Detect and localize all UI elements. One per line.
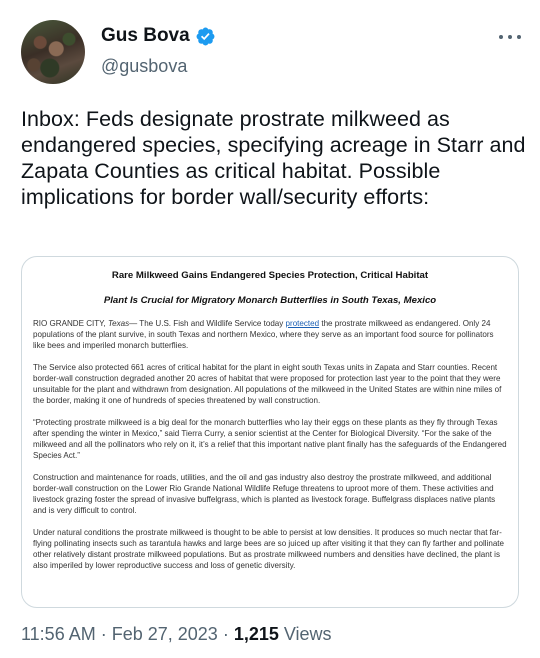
- views-count[interactable]: 1,215: [234, 624, 279, 644]
- tweet-time[interactable]: 11:56 AM: [21, 624, 96, 644]
- more-dot: [508, 35, 512, 39]
- more-dot: [499, 35, 503, 39]
- attached-image-card[interactable]: Rare Milkweed Gains Endangered Species P…: [21, 256, 519, 608]
- press-release-paragraph: The Service also protected 661 acres of …: [33, 363, 502, 405]
- display-name[interactable]: Gus Bova: [101, 25, 190, 47]
- tweet-metadata: 11:56 AM · Feb 27, 2023 · 1,215 Views: [21, 624, 332, 645]
- views-label: Views: [278, 624, 332, 644]
- handle[interactable]: @gusbova: [101, 56, 187, 77]
- author-name-row[interactable]: Gus Bova: [101, 25, 216, 47]
- dateline: RIO GRANDE CITY,: [33, 319, 108, 328]
- separator: ·: [217, 624, 234, 644]
- avatar[interactable]: [21, 20, 85, 84]
- press-release-paragraph: Construction and maintenance for roads, …: [33, 473, 496, 515]
- protected-link: protected: [285, 319, 320, 328]
- dateline-state: Texas: [107, 319, 130, 328]
- press-release-subtitle: Plant Is Crucial for Migratory Monarch B…: [103, 295, 437, 306]
- press-release-paragraph: RIO GRANDE CITY, Texas— The U.S. Fish an…: [33, 318, 507, 351]
- more-dot: [517, 35, 521, 39]
- tweet-date[interactable]: Feb 27, 2023: [112, 624, 218, 644]
- press-release-paragraph: “Protecting prostrate milkweed is a big …: [33, 418, 507, 460]
- press-release-title: Rare Milkweed Gains Endangered Species P…: [111, 270, 429, 281]
- press-release-paragraph: Under natural conditions the prostrate m…: [33, 528, 505, 570]
- verified-badge-icon: [196, 27, 215, 45]
- separator: ·: [95, 624, 112, 644]
- tweet-text: Inbox: Feds designate prostrate milkweed…: [21, 107, 526, 209]
- paragraph-text: — The U.S. Fish and Wildlife Service tod…: [129, 319, 286, 328]
- tweet-header: Gus Bova @gusbova: [21, 20, 521, 84]
- more-horizontal-icon[interactable]: [499, 26, 521, 48]
